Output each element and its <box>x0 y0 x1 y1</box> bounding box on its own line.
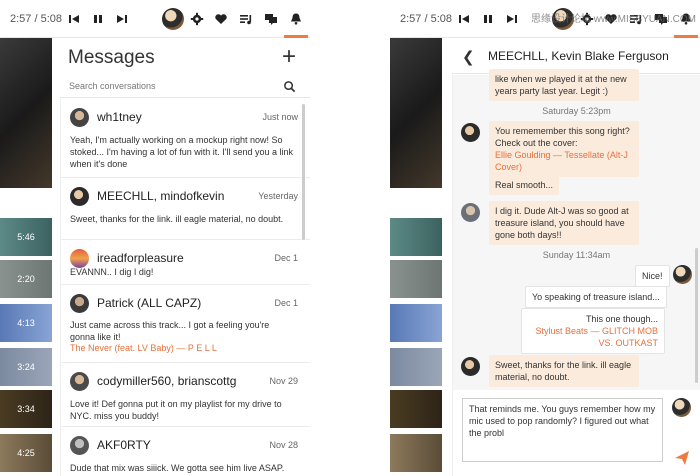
track-tile[interactable]: 3:24 <box>0 348 52 386</box>
message-bubble: I dig it. Dude Alt-J was so good at trea… <box>489 201 639 245</box>
player-bar: 2:57 / 5:08 <box>0 0 310 38</box>
conversation-date: Dec 1 <box>274 253 298 263</box>
player-bar: 2:57 / 5:08 思缘设计论坛 www.MISSYUAN.COM <box>390 0 700 38</box>
new-message-button[interactable]: + <box>282 45 296 69</box>
track-tile[interactable]: 4:25 <box>0 434 52 472</box>
timestamp: Saturday 5:23pm <box>542 106 611 116</box>
message-bubble: You rememember this song right? Check ou… <box>489 121 639 177</box>
scrollbar[interactable] <box>302 104 305 240</box>
send-icon[interactable] <box>674 450 690 466</box>
timestamp: Sunday 11:34am <box>542 250 611 260</box>
conversation-name: MEECHLL, mindofkevin <box>97 189 225 203</box>
compose-area: That reminds me. You guys remember how m… <box>452 390 700 476</box>
playback-time: 2:57 / 5:08 <box>10 13 62 25</box>
message-thread: like when we played it at the new years … <box>452 69 700 390</box>
watermark: 思缘设计论坛 www.MISSYUAN.COM <box>530 14 696 25</box>
conversation-name: ireadforpleasure <box>97 251 184 265</box>
conversation-date: Just now <box>262 112 298 122</box>
pause-icon[interactable] <box>480 11 496 27</box>
message-bubble: Real smooth... <box>489 175 560 195</box>
track-tile[interactable] <box>390 260 442 298</box>
conversation-name: wh1tney <box>97 110 142 124</box>
track-tile[interactable] <box>390 434 442 472</box>
search-icon[interactable] <box>283 80 296 93</box>
gear-icon[interactable] <box>189 11 205 27</box>
message-bubble: like when we played it at the new years … <box>489 69 639 101</box>
avatar <box>673 265 692 284</box>
conversation-preview: EVANNN.. I dig I dig! <box>70 267 154 277</box>
track-link[interactable]: Ellie Goulding — Tessellate (Alt-J Cover… <box>495 150 628 172</box>
list-item[interactable]: wh1tney Just now Yeah, I'm actually work… <box>61 99 310 178</box>
next-track-icon[interactable] <box>504 11 520 27</box>
conversation-date: Nov 28 <box>269 440 298 450</box>
avatar <box>672 398 691 417</box>
conversation-date: Nov 29 <box>269 376 298 386</box>
now-playing-strip: 5:46 2:20 4:13 3:24 3:34 4:25 <box>0 38 52 476</box>
track-tile[interactable]: 3:34 <box>0 390 52 428</box>
list-item[interactable]: ireadforpleasure Dec 1 EVANNN.. I dig I … <box>61 240 310 285</box>
message-text: You rememember this song right? Check ou… <box>495 126 630 148</box>
track-link[interactable]: The Never (feat. LV Baby) — P E L L <box>70 343 217 353</box>
album-art <box>390 38 442 188</box>
profile-avatar[interactable] <box>162 8 184 30</box>
list-item[interactable]: codymiller560, brianscottg Nov 29 Love i… <box>61 363 310 427</box>
conversation-preview: Just came across this track... I got a f… <box>70 320 270 342</box>
avatar <box>461 203 480 222</box>
track-tile[interactable] <box>390 348 442 386</box>
playback-time: 2:57 / 5:08 <box>400 13 452 25</box>
previous-track-icon[interactable] <box>456 11 472 27</box>
list-item[interactable]: AKF0RTY Nov 28 Dude that mix was siiick.… <box>61 427 310 476</box>
list-item[interactable]: Patrick (ALL CAPZ) Dec 1 Just came acros… <box>61 285 310 363</box>
track-link[interactable]: Stylust Beats — GLITCH MOB VS. OUTKAST <box>535 326 658 348</box>
now-playing-strip <box>390 38 442 476</box>
album-art <box>0 38 52 188</box>
message-bubble: This one though... Stylust Beats — GLITC… <box>521 308 665 354</box>
search-input[interactable]: Search conversations <box>69 81 156 91</box>
notifications-icon[interactable] <box>288 11 304 27</box>
conversation-name: Patrick (ALL CAPZ) <box>97 296 202 310</box>
avatar <box>70 436 89 455</box>
track-tile[interactable]: 5:46 <box>0 218 52 256</box>
next-track-icon[interactable] <box>114 11 130 27</box>
playlist-icon[interactable] <box>238 11 254 27</box>
messages-header: Messages + <box>60 38 310 76</box>
avatar <box>461 123 480 142</box>
conversation-list: wh1tney Just now Yeah, I'm actually work… <box>60 99 310 476</box>
message-input[interactable]: That reminds me. You guys remember how m… <box>462 398 663 462</box>
message-text: This one though... <box>585 314 658 324</box>
conversation-preview: Yeah, I'm actually working on a mockup r… <box>70 135 294 169</box>
message-bubble: Yo speaking of treasure island... <box>525 286 667 308</box>
track-tile[interactable] <box>390 390 442 428</box>
avatar <box>70 294 89 313</box>
message-bubble: Nice! <box>635 265 670 287</box>
previous-track-icon[interactable] <box>66 11 82 27</box>
messages-screen: 2:57 / 5:08 5:46 2:20 4:13 3:24 3:34 4:2… <box>0 0 310 476</box>
track-tile[interactable]: 2:20 <box>0 260 52 298</box>
conversation-date: Dec 1 <box>274 298 298 308</box>
search-bar[interactable]: Search conversations <box>60 76 310 98</box>
conversation-name: codymiller560, brianscottg <box>97 374 237 388</box>
conversation-preview: Love it! Def gonna put it on my playlist… <box>70 399 282 421</box>
heart-icon[interactable] <box>213 11 229 27</box>
chat-title: MEECHLL, Kevin Blake Ferguson <box>488 49 669 63</box>
scrollbar[interactable] <box>695 248 698 383</box>
track-tile[interactable]: 4:13 <box>0 304 52 342</box>
pause-icon[interactable] <box>90 11 106 27</box>
list-item[interactable]: MEECHLL, mindofkevin Yesterday Sweet, th… <box>61 178 310 240</box>
avatar <box>70 372 89 391</box>
message-bubble: Sweet, thanks for the link. ill eagle ma… <box>489 355 639 387</box>
page-title: Messages <box>68 47 155 68</box>
conversation-preview: Dude that mix was siiick. We gotta see h… <box>70 463 285 473</box>
avatar <box>70 187 89 206</box>
avatar <box>461 357 480 376</box>
conversation-preview: Sweet, thanks for the link. ill eagle ma… <box>70 214 284 224</box>
messages-icon[interactable] <box>263 11 279 27</box>
conversation-date: Yesterday <box>258 191 298 201</box>
back-button[interactable]: ❮ <box>462 48 475 66</box>
conversation-name: AKF0RTY <box>97 438 151 452</box>
avatar <box>70 108 89 127</box>
chat-screen: 2:57 / 5:08 思缘设计论坛 www.MISSYUAN.COM ❮ ME… <box>390 0 700 476</box>
track-tile[interactable] <box>390 304 442 342</box>
track-tile[interactable] <box>390 218 442 256</box>
